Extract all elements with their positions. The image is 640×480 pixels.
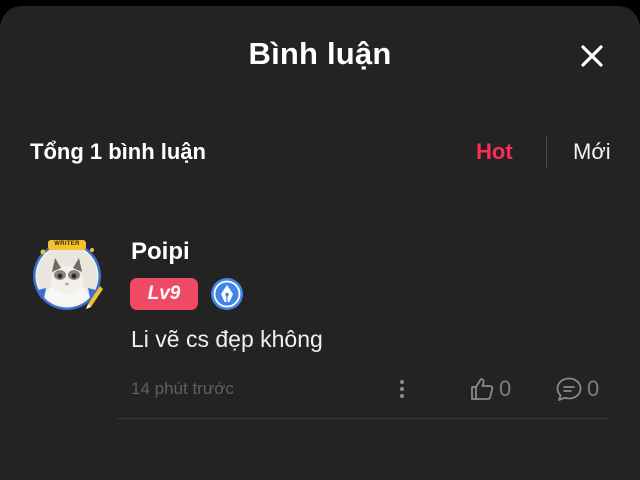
avatar-frame-label: WRITER <box>54 241 80 247</box>
writer-badge <box>210 277 244 311</box>
comment-item: WRITER Poipi Lv9 Li vẽ cs đẹp không 14 p… <box>0 230 640 420</box>
cat-avatar-icon <box>33 240 103 310</box>
avatar[interactable] <box>30 238 104 312</box>
thumbs-up-icon <box>471 378 494 400</box>
comment-actions: 14 phút trước 0 0 <box>131 376 611 402</box>
chat-bubble-icon <box>556 377 582 401</box>
close-button[interactable] <box>576 40 608 72</box>
sheet-header: Bình luận <box>0 6 640 102</box>
level-badge: Lv9 <box>130 278 198 310</box>
reply-count: 0 <box>587 376 600 401</box>
more-vertical-icon <box>400 380 404 398</box>
close-icon <box>581 45 603 67</box>
comment-total-label: Tổng 1 bình luận <box>30 139 206 164</box>
reply-button[interactable]: 0 <box>555 376 599 402</box>
sort-hot-tab[interactable]: Hot <box>476 139 513 165</box>
comment-divider <box>117 418 607 419</box>
more-options-button[interactable] <box>395 378 409 400</box>
comment-username[interactable]: Poipi <box>131 238 190 266</box>
user-badges: Lv9 <box>130 277 244 311</box>
like-count: 0 <box>499 376 512 401</box>
sheet-title: Bình luận <box>248 36 392 71</box>
sort-divider <box>546 136 547 168</box>
like-button[interactable]: 0 <box>469 376 511 402</box>
sort-new-tab[interactable]: Mới <box>573 139 611 165</box>
comment-text: Li vẽ cs đẹp không <box>131 326 323 352</box>
comment-summary-bar: Tổng 1 bình luận Hot Mới <box>0 126 640 176</box>
pen-nib-badge-icon <box>211 278 243 310</box>
comment-timestamp: 14 phút trước <box>131 379 234 398</box>
comments-sheet: Bình luận Tổng 1 bình luận Hot Mới WRITE… <box>0 6 640 480</box>
